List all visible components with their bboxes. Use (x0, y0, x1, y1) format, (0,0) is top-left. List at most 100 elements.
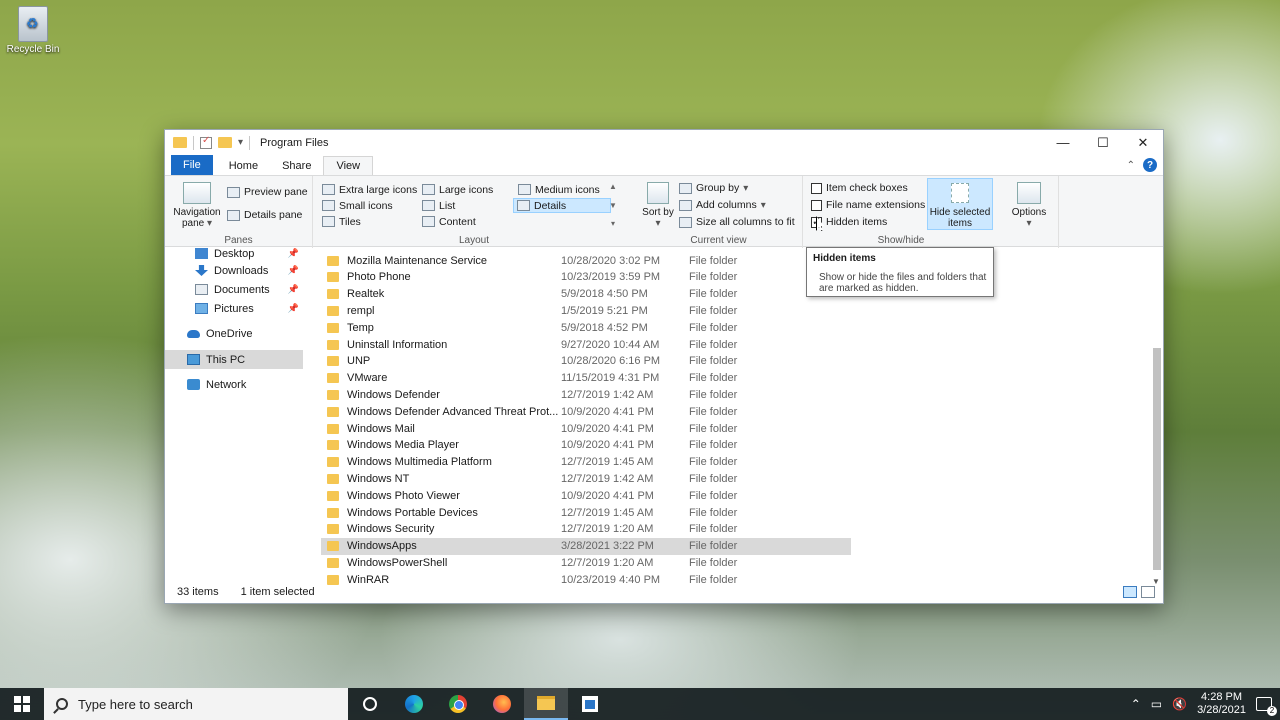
cortana-button[interactable] (348, 688, 392, 720)
nav-item-onedrive[interactable]: OneDrive (165, 324, 303, 343)
file-explorer-button[interactable] (524, 688, 568, 720)
taskbar-search[interactable]: Type here to search (44, 688, 348, 720)
nav-item-label: Desktop (214, 247, 255, 260)
nav-item-this-pc[interactable]: This PC (165, 350, 303, 369)
scroll-thumb[interactable] (1153, 348, 1161, 570)
firefox-button[interactable] (480, 688, 524, 720)
file-row[interactable]: UNP 10/28/2020 6:16 PM File folder (321, 353, 851, 370)
sort-by-button[interactable]: Sort by ▾ (641, 180, 675, 229)
file-name: Photo Phone (347, 271, 411, 284)
file-row[interactable]: Windows Multimedia Platform 12/7/2019 1:4… (321, 454, 851, 471)
layout-medium-icons[interactable]: Medium icons (515, 182, 603, 197)
group-options: Options ▾ (999, 176, 1059, 248)
file-row[interactable]: Windows Defender 12/7/2019 1:42 AM File fo… (321, 386, 851, 403)
new-folder-icon[interactable] (218, 137, 232, 148)
large-icons-view-icon[interactable] (1141, 586, 1155, 598)
layout-scroll[interactable]: ▲ ▼ ▾ (607, 182, 619, 228)
file-row[interactable]: Windows Mail 10/9/2020 4:41 PM File folder (321, 420, 851, 437)
nav-item-downloads[interactable]: Downloads 📌 (165, 261, 303, 280)
group-by-button[interactable]: Group by ▾ (679, 182, 748, 194)
file-row[interactable]: VMware 11/15/2019 4:31 PM File folder (321, 370, 851, 387)
chrome-button[interactable] (436, 688, 480, 720)
file-row[interactable]: Windows Photo Viewer 10/9/2020 4:41 PM Fil… (321, 487, 851, 504)
preview-pane-button[interactable]: Preview pane (227, 186, 308, 198)
nav-item-network[interactable]: Network (165, 375, 303, 394)
folder-icon (327, 490, 339, 501)
layout-content[interactable]: Content (419, 214, 479, 229)
file-name: WindowsPowerShell (347, 556, 448, 569)
volume-muted-icon[interactable]: 🔇 (1172, 697, 1187, 711)
tab-share[interactable]: Share (270, 157, 323, 175)
file-row[interactable]: Windows Defender Advanced Threat Prot...… (321, 403, 851, 420)
action-center-icon[interactable]: 2 (1256, 697, 1277, 716)
checkbox[interactable] (811, 199, 822, 211)
folder-icon (327, 423, 339, 434)
vertical-scrollbar[interactable]: ▼ (1151, 250, 1163, 586)
item-check-boxes-toggle[interactable]: Item check boxes (811, 182, 908, 194)
file-row[interactable]: Uninstall Information 9/27/2020 10:44 AM F… (321, 336, 851, 353)
layout-large-icons[interactable]: Large icons (419, 182, 496, 197)
file-row[interactable]: Realtek 5/9/2018 4:50 PM File folder (321, 286, 851, 303)
layout-gallery: Extra large icons Large icons Medium ico… (319, 182, 619, 228)
file-name-extensions-toggle[interactable]: File name extensions (811, 199, 925, 211)
collapse-ribbon-icon[interactable]: ⌃ (1127, 160, 1135, 171)
hide-selected-items-button[interactable]: Hide selected items (927, 178, 993, 230)
network-icon[interactable]: ▭ (1151, 697, 1162, 711)
checkbox[interactable] (811, 182, 822, 194)
chevron-up-icon[interactable]: ▲ (609, 182, 617, 191)
file-row[interactable]: Mozilla Maintenance Service 10/28/2020 3:… (321, 252, 851, 269)
layout-icon (422, 200, 435, 211)
tab-file[interactable]: File (171, 155, 213, 175)
download-icon (195, 265, 208, 276)
recycle-bin-shortcut[interactable]: Recycle Bin (4, 6, 62, 55)
file-row[interactable]: Windows NT 12/7/2019 1:42 AM File folder (321, 470, 851, 487)
nav-item-pictures[interactable]: Pictures 📌 (165, 299, 303, 318)
preview-pane-icon (227, 186, 240, 198)
file-type: File folder (689, 355, 738, 368)
item-check-boxes-label: Item check boxes (826, 182, 908, 194)
store-button[interactable] (568, 688, 612, 720)
details-view-icon[interactable] (1123, 586, 1137, 598)
file-row[interactable]: Windows Portable Devices 12/7/2019 1:45 A… (321, 504, 851, 521)
ribbon-tabs: File Home Share View ⌃ ? (165, 155, 1163, 175)
store-icon (582, 696, 598, 712)
tab-home[interactable]: Home (217, 157, 270, 175)
details-pane-button[interactable]: Details pane (227, 209, 302, 221)
folder-icon (327, 389, 339, 400)
navigation-pane-button[interactable]: Navigation pane ▾ (171, 180, 223, 229)
search-icon (56, 698, 68, 710)
file-row[interactable]: WindowsApps 3/28/2021 3:22 PM File folder (321, 537, 851, 555)
file-row[interactable]: Temp 5/9/2018 4:52 PM File folder (321, 319, 851, 336)
file-row[interactable]: Windows Security 12/7/2019 1:20 AM File fo… (321, 521, 851, 538)
tab-view[interactable]: View (323, 156, 374, 175)
layout-small-icons[interactable]: Small icons (319, 198, 396, 213)
file-row[interactable]: rempl 1/5/2019 5:21 PM File folder (321, 302, 851, 319)
minimize-button[interactable]: — (1043, 130, 1083, 155)
more-icon[interactable]: ▾ (611, 219, 615, 228)
file-type: File folder (689, 271, 738, 284)
clock[interactable]: 4:28 PM 3/28/2021 (1197, 691, 1246, 717)
add-columns-button[interactable]: Add columns ▾ (679, 199, 766, 211)
file-row[interactable]: WindowsPowerShell 12/7/2019 1:20 AM File f… (321, 554, 851, 571)
file-row[interactable]: Windows Media Player 10/9/2020 4:41 PM Fil… (321, 437, 851, 454)
show-hidden-icons-icon[interactable]: ⌃ (1131, 697, 1141, 711)
tooltip-title: Hidden items (813, 253, 876, 264)
chevron-down-icon[interactable]: ▼ (609, 201, 617, 210)
maximize-button[interactable]: ☐ (1083, 130, 1123, 155)
options-button[interactable]: Options ▾ (1005, 180, 1053, 229)
quick-access-dropdown-icon[interactable]: ▾ (238, 137, 243, 148)
properties-icon[interactable] (200, 135, 212, 149)
layout-extra-large-icons[interactable]: Extra large icons (319, 182, 420, 197)
help-icon[interactable]: ? (1143, 158, 1157, 172)
layout-list[interactable]: List (419, 198, 458, 213)
edge-button[interactable] (392, 688, 436, 720)
file-date-modified: 10/23/2019 3:59 PM (561, 271, 661, 284)
file-row[interactable]: Photo Phone 10/23/2019 3:59 PM File folder (321, 269, 851, 286)
start-button[interactable] (0, 688, 44, 720)
layout-tiles[interactable]: Tiles (319, 214, 364, 229)
nav-item-documents[interactable]: Documents 📌 (165, 280, 303, 299)
size-all-columns-button[interactable]: Size all columns to fit (679, 216, 795, 228)
close-button[interactable]: ✕ (1123, 130, 1163, 155)
layout-label: Small icons (339, 199, 393, 212)
layout-details[interactable]: Details (513, 198, 611, 213)
